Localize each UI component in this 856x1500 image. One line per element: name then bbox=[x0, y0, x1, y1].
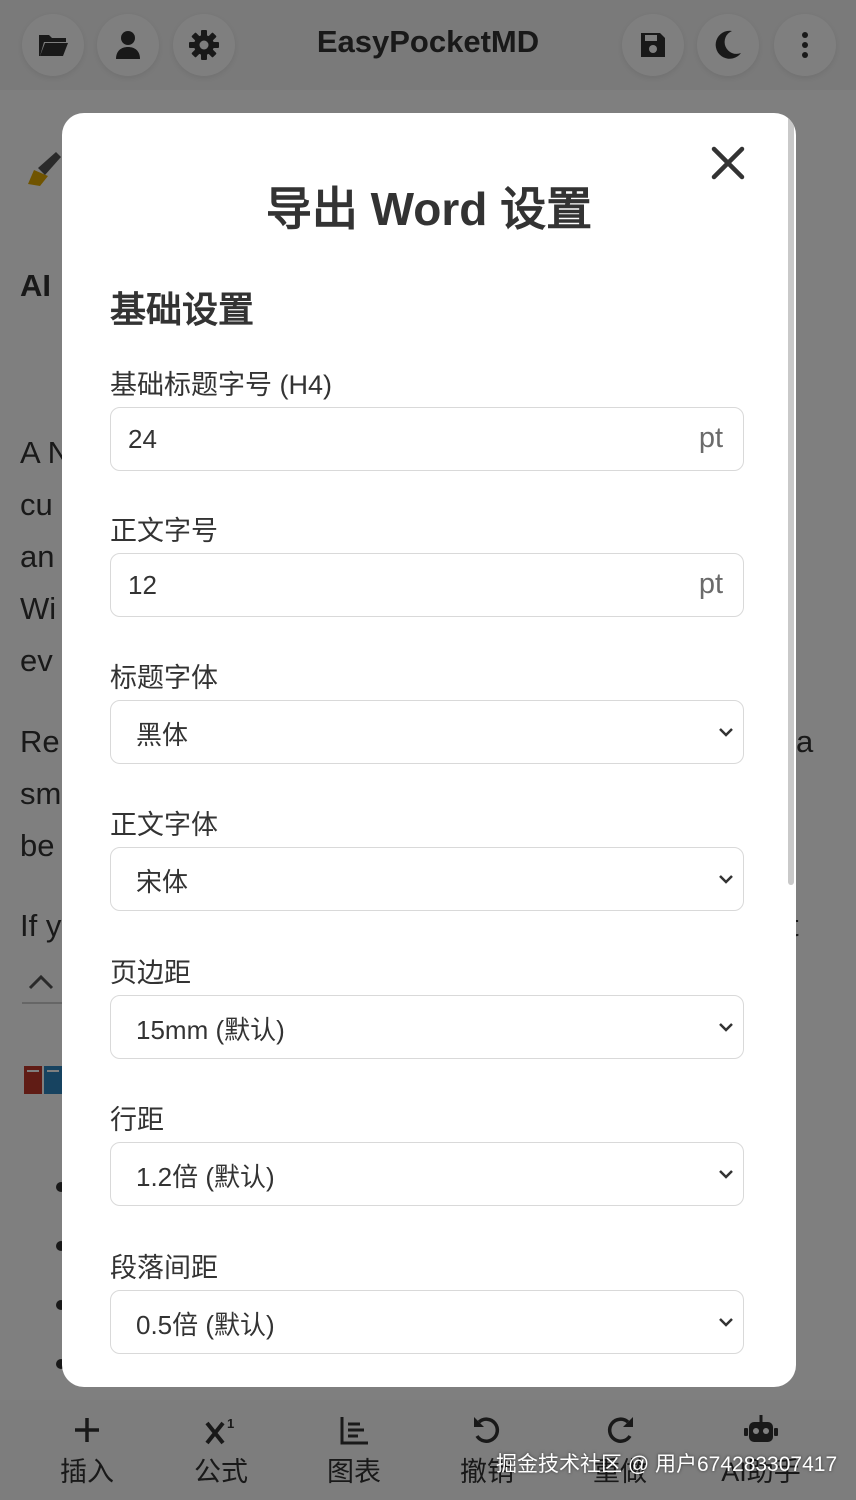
heading-size-unit: pt bbox=[698, 422, 723, 454]
watermark-text: 掘金技术社区 @ 用户674283307417 bbox=[496, 1453, 838, 1476]
chevron-down-icon bbox=[719, 728, 733, 737]
line-spacing-label: 行距 bbox=[110, 1105, 164, 1135]
chevron-down-icon bbox=[719, 1170, 733, 1179]
page-margin-value: 15mm (默认) bbox=[136, 1015, 285, 1045]
body-font-label: 正文字体 bbox=[110, 810, 218, 840]
line-spacing-value: 1.2倍 (默认) bbox=[136, 1162, 275, 1192]
body-size-label: 正文字号 bbox=[110, 516, 218, 546]
heading-size-input[interactable] bbox=[128, 408, 668, 470]
section-title-basic: 基础设置 bbox=[110, 289, 255, 330]
body-font-select[interactable]: 宋体 bbox=[110, 847, 744, 911]
export-word-settings-dialog: 导出 Word 设置 基础设置 基础标题字号 (H4) pt 正文字号 pt 标… bbox=[62, 113, 796, 1387]
heading-font-label: 标题字体 bbox=[110, 663, 218, 693]
chevron-down-icon bbox=[719, 1318, 733, 1327]
heading-size-label: 基础标题字号 (H4) bbox=[110, 370, 332, 400]
heading-font-value: 黑体 bbox=[136, 720, 189, 750]
paragraph-spacing-select[interactable]: 0.5倍 (默认) bbox=[110, 1290, 744, 1354]
paragraph-spacing-label: 段落间距 bbox=[110, 1253, 218, 1283]
body-font-value: 宋体 bbox=[136, 867, 189, 897]
heading-size-field: pt bbox=[110, 407, 744, 471]
heading-font-select[interactable]: 黑体 bbox=[110, 700, 744, 764]
page-margin-select[interactable]: 15mm (默认) bbox=[110, 995, 744, 1059]
line-spacing-select[interactable]: 1.2倍 (默认) bbox=[110, 1142, 744, 1206]
chevron-down-icon bbox=[719, 1023, 733, 1032]
body-size-unit: pt bbox=[698, 568, 723, 600]
chevron-down-icon bbox=[719, 875, 733, 884]
page-margin-label: 页边距 bbox=[110, 958, 191, 988]
paragraph-spacing-value: 0.5倍 (默认) bbox=[136, 1310, 275, 1340]
dialog-title: 导出 Word 设置 bbox=[265, 183, 593, 235]
body-size-field: pt bbox=[110, 553, 744, 617]
body-size-input[interactable] bbox=[128, 554, 668, 616]
